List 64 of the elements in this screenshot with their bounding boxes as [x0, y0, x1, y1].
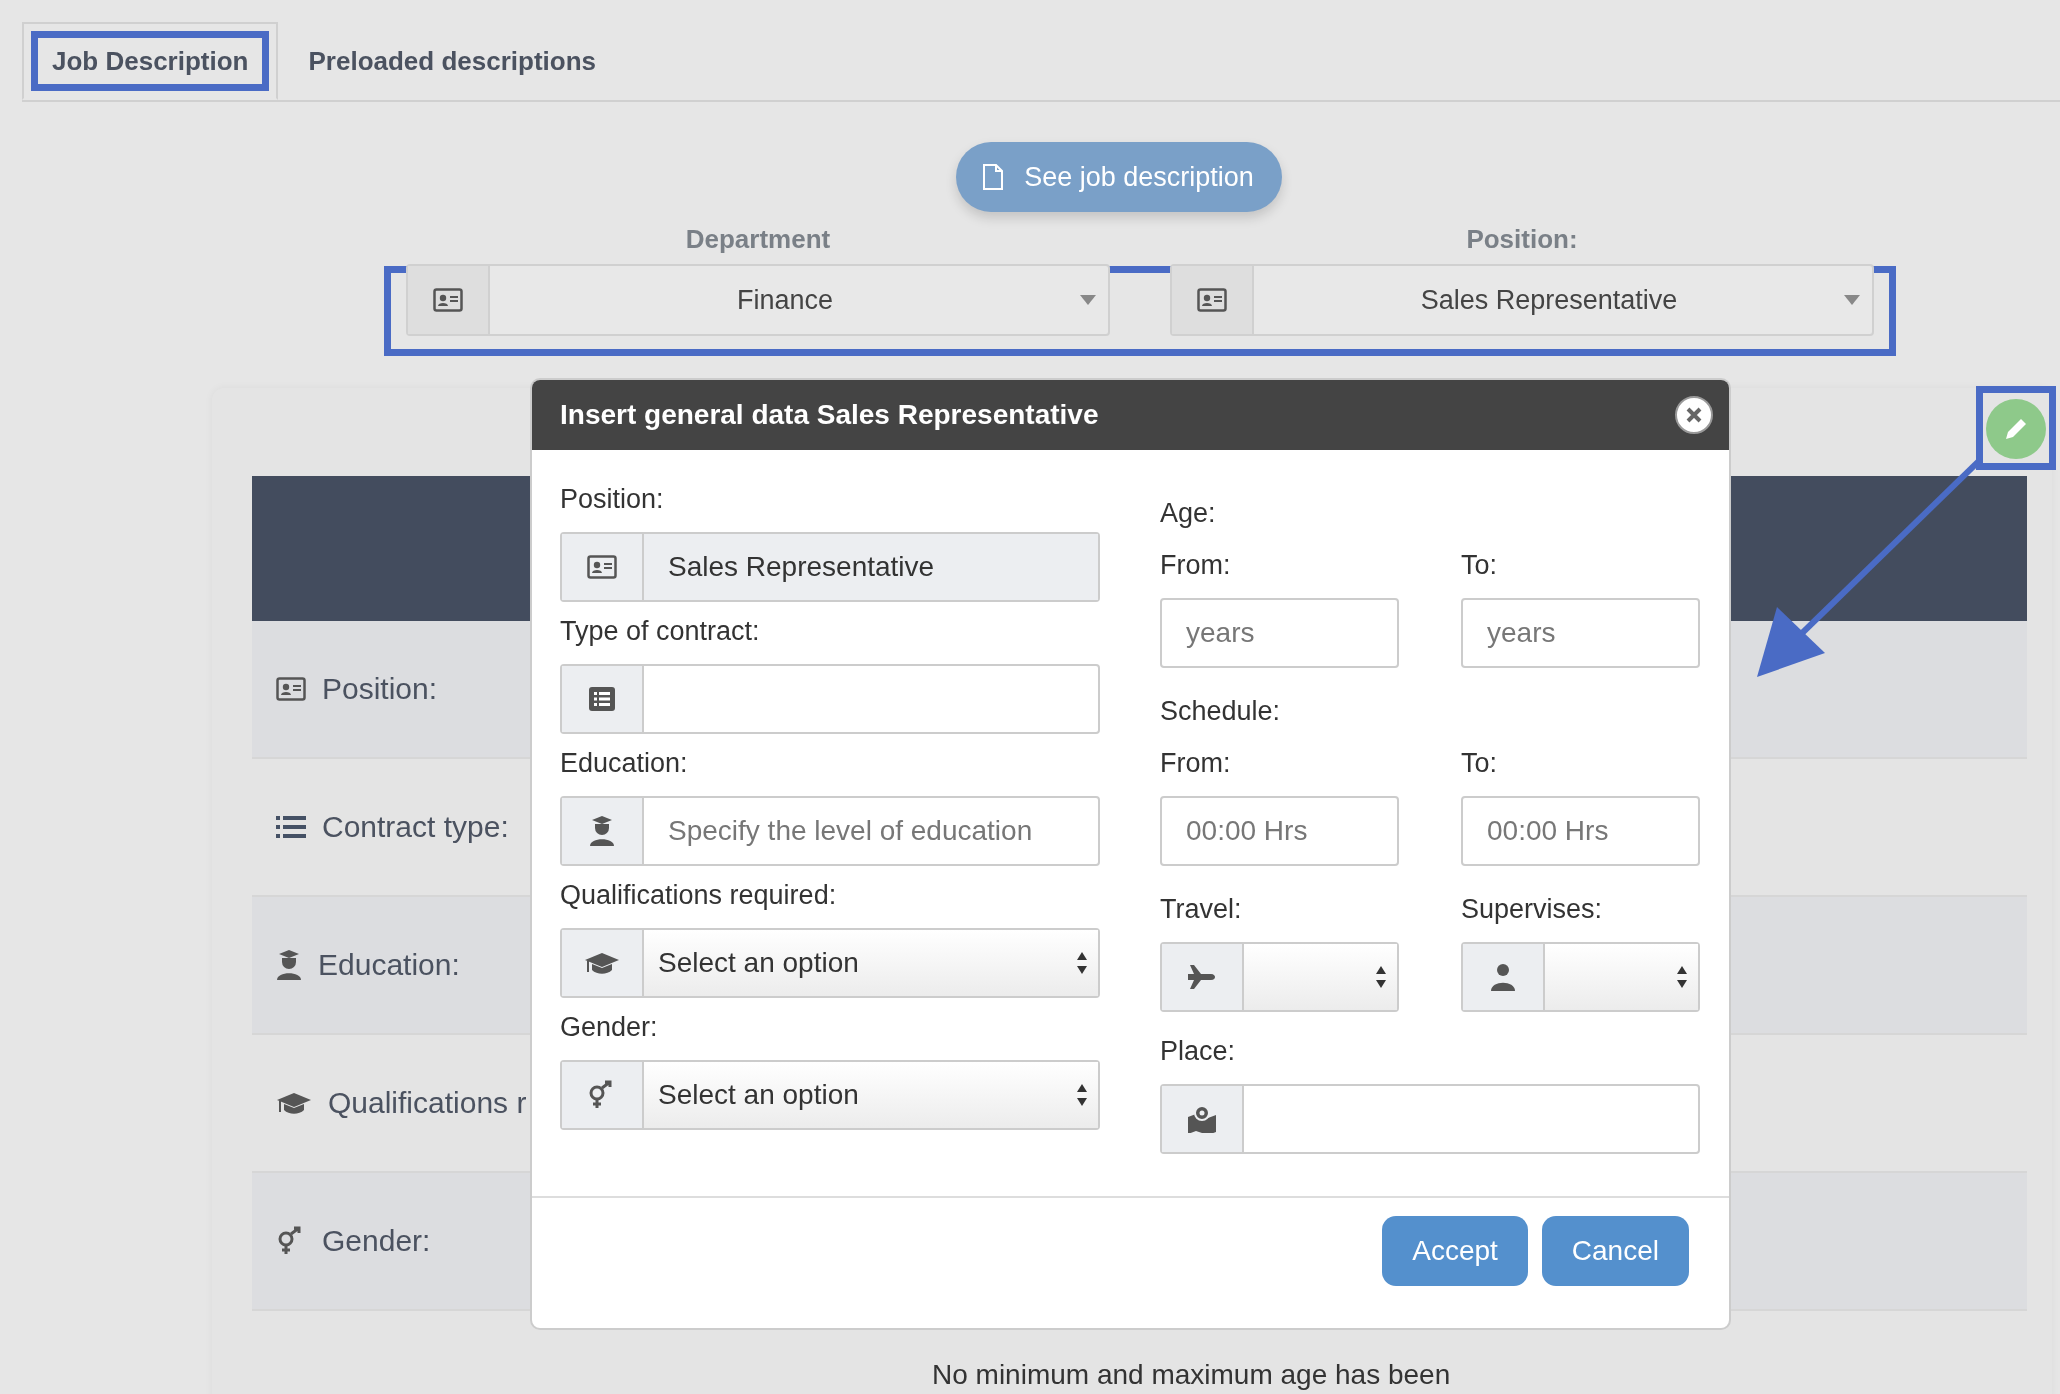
- field-label: Schedule:: [1160, 696, 1282, 728]
- map-icon: [1187, 1105, 1217, 1133]
- field-label: Travel:: [1160, 894, 1243, 926]
- field-label: To:: [1461, 748, 1499, 780]
- close-button[interactable]: [1675, 396, 1713, 434]
- input-field[interactable]: years: [1160, 598, 1399, 668]
- airplane-icon: [1186, 964, 1218, 990]
- tab[interactable]: Preloaded descriptions: [278, 22, 626, 100]
- graduation-cap-icon: [276, 1091, 312, 1115]
- up-down-arrows-icon: [1076, 1083, 1088, 1107]
- up-down-arrows-icon: [1375, 965, 1387, 989]
- caret-icon: [1080, 295, 1096, 305]
- field-label: Education:: [560, 748, 689, 780]
- input-field[interactable]: 00:00 Hrs: [1160, 796, 1399, 866]
- field-label: Position:: [560, 484, 665, 516]
- id-card-icon: [587, 555, 617, 579]
- field-label: Gender:: [560, 1012, 659, 1044]
- up-down-arrows-icon: [1076, 951, 1088, 975]
- caret-icon: [1844, 295, 1860, 305]
- position-field[interactable]: Sales Representative: [560, 532, 1100, 602]
- up-down-arrows-icon: [1676, 965, 1688, 989]
- row-label: Contract type:: [322, 810, 509, 844]
- field-label: From:: [1160, 550, 1232, 582]
- field-label: To:: [1461, 550, 1499, 582]
- graduate-icon: [589, 816, 615, 846]
- select-field[interactable]: Select an option: [560, 928, 1100, 998]
- field-label: From:: [1160, 748, 1232, 780]
- id-card-icon: [433, 288, 463, 312]
- row-label: Position:: [322, 672, 438, 706]
- row-label: Education:: [318, 948, 460, 982]
- input-field[interactable]: [1160, 1084, 1700, 1154]
- field-label: Place:: [1160, 1036, 1237, 1068]
- select-field[interactable]: [1461, 942, 1700, 1012]
- filter-label: Position:: [1465, 224, 1579, 256]
- see-job-description-button[interactable]: See job description: [956, 142, 1282, 212]
- field-label: Qualifications required:: [560, 880, 838, 912]
- id-card-icon: [276, 677, 306, 701]
- close-icon: [1686, 407, 1702, 423]
- input-field[interactable]: [560, 664, 1100, 734]
- row-label: Gender:: [322, 1224, 431, 1258]
- filter-label: Department: [684, 224, 832, 256]
- field-label: Supervises:: [1461, 894, 1604, 926]
- input-field[interactable]: 00:00 Hrs: [1461, 796, 1700, 866]
- document-icon: [982, 163, 1005, 191]
- list-icon: [589, 687, 615, 711]
- person-icon: [1490, 963, 1516, 991]
- dropdown[interactable]: Finance: [406, 264, 1110, 336]
- modal-title: Insert general data Sales Representative: [560, 399, 1099, 431]
- input-field[interactable]: years: [1461, 598, 1700, 668]
- select-field[interactable]: [1160, 942, 1399, 1012]
- graduate-icon: [276, 950, 302, 980]
- tab[interactable]: Job Description: [22, 22, 279, 100]
- list-icon: [276, 815, 306, 839]
- field-label: Type of contract:: [560, 616, 761, 648]
- field-label: Age:: [1160, 498, 1217, 530]
- input-field[interactable]: Specify the level of education: [560, 796, 1100, 866]
- dialog-button[interactable]: Cancel: [1541, 1216, 1689, 1286]
- row-label: Qualifications r: [328, 1086, 527, 1120]
- select-field[interactable]: Select an option: [560, 1060, 1100, 1130]
- dialog-button[interactable]: Accept: [1382, 1216, 1528, 1286]
- row-value: No minimum and maximum age has been: [932, 1359, 1451, 1392]
- id-card-icon: [1197, 288, 1227, 312]
- graduation-cap-icon: [584, 951, 620, 975]
- dropdown[interactable]: Sales Representative: [1170, 264, 1874, 336]
